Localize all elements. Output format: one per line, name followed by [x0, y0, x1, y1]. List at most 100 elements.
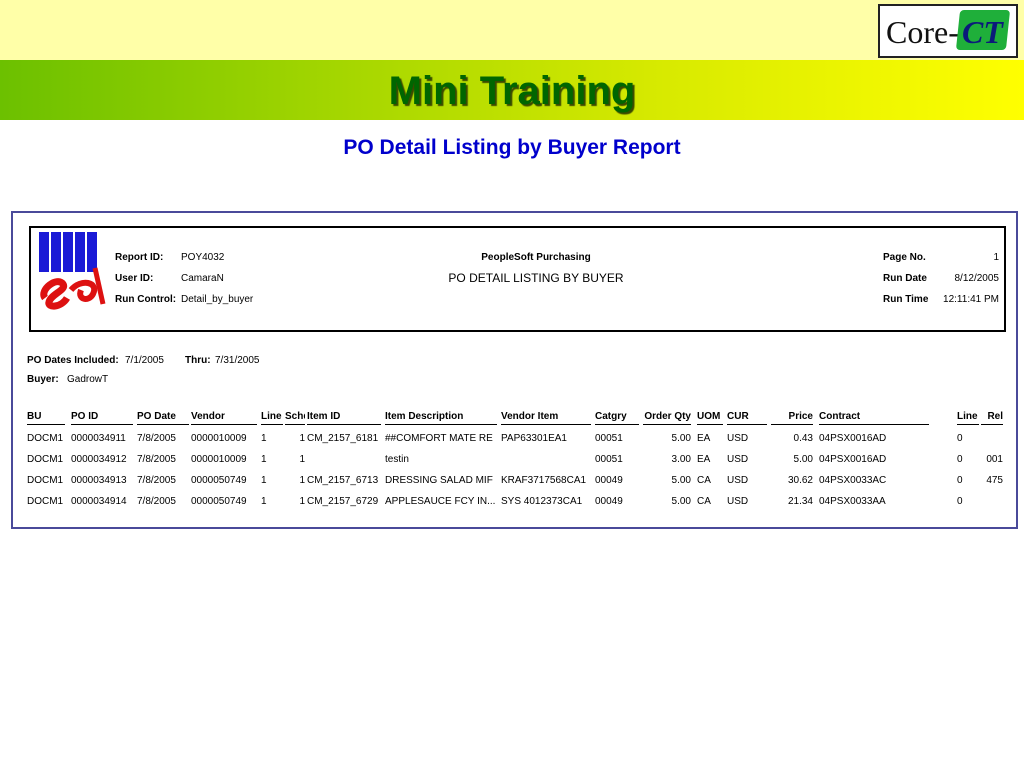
column-header: Vendor Item — [501, 411, 591, 425]
column-header: Order Qty — [643, 411, 691, 425]
table-cell: 0 — [957, 454, 963, 465]
table-cell: ##COMFORT MATE RE — [385, 433, 493, 444]
table-cell: 5.00 — [671, 475, 691, 486]
table-cell: 0000050749 — [191, 475, 247, 486]
report-id-label: Report ID: — [115, 252, 164, 263]
run-control-label: Run Control: — [115, 294, 177, 305]
column-header: Vendor — [191, 411, 257, 425]
table-cell: 7/8/2005 — [137, 496, 176, 507]
table-cell: 0000034913 — [71, 475, 127, 486]
table-cell: 475 — [986, 475, 1003, 486]
run-date-label: Run Date — [883, 273, 927, 284]
column-header: Line — [261, 411, 283, 425]
table-cell: 0.43 — [793, 433, 813, 444]
table-cell: CM_2157_6713 — [307, 475, 379, 486]
run-control-value: Detail_by_buyer — [181, 294, 254, 305]
column-header: Schd — [285, 411, 305, 425]
table-cell: 5.00 — [671, 496, 691, 507]
table-cell: EA — [697, 433, 711, 444]
table-cell: USD — [727, 454, 749, 465]
po-date-to: 7/31/2005 — [215, 355, 260, 366]
table-cell: EA — [697, 454, 711, 465]
table-cell: USD — [727, 433, 749, 444]
logo-accent: CT — [962, 14, 1003, 50]
run-date-value: 8/12/2005 — [954, 273, 1000, 284]
table-cell: 1 — [299, 433, 305, 444]
table-cell: CM_2157_6729 — [307, 496, 379, 507]
peoplesoft-logo — [39, 232, 106, 310]
table-cell: 5.00 — [793, 454, 813, 465]
table-cell: 00051 — [595, 433, 623, 444]
report-screenshot: Report ID: POY4032 User ID: CamaraN Run … — [11, 211, 1018, 529]
table-cell: DOCM1 — [27, 496, 64, 507]
column-header: PO Date — [137, 411, 189, 425]
table-cell: 1 — [261, 475, 267, 486]
table-cell: 04PSX0016AD — [819, 454, 887, 465]
core-ct-logo: Core- CT — [878, 4, 1018, 58]
table-cell: CA — [697, 496, 711, 507]
table-cell: 7/8/2005 — [137, 433, 176, 444]
report-title: PO DETAIL LISTING BY BUYER — [448, 271, 624, 285]
table-cell: 1 — [261, 496, 267, 507]
table-cell: 0000010009 — [191, 454, 247, 465]
table-cell: CM_2157_6181 — [307, 433, 379, 444]
table-cell: 30.62 — [787, 475, 813, 486]
table-cell: KRAF3717568CA1 — [501, 475, 587, 486]
column-header: UOM — [697, 411, 723, 425]
table-cell: 00049 — [595, 496, 623, 507]
table-cell: 1 — [299, 475, 305, 486]
report-id-value: POY4032 — [181, 252, 225, 263]
page-no-label: Page No. — [883, 252, 926, 263]
table-cell: 0 — [957, 433, 963, 444]
app-name: PeopleSoft Purchasing — [481, 252, 591, 263]
column-header: Rel — [981, 411, 1003, 425]
user-id-value: CamaraN — [181, 273, 224, 284]
table-cell: DOCM1 — [27, 433, 64, 444]
table-cell: 3.00 — [671, 454, 691, 465]
column-header: BU — [27, 411, 65, 425]
table-cell: 0000034912 — [71, 454, 127, 465]
table-cell: 04PSX0033AC — [819, 475, 887, 486]
table-cell: 0000010009 — [191, 433, 247, 444]
column-header: Price — [771, 411, 813, 425]
column-header: PO ID — [71, 411, 133, 425]
table-cell: 04PSX0016AD — [819, 433, 887, 444]
table-cell: CA — [697, 475, 711, 486]
table-cell: 0 — [957, 496, 963, 507]
table-cell: 1 — [261, 454, 267, 465]
column-header: Contract — [819, 411, 929, 425]
slide-title: Mini Training — [388, 69, 636, 113]
table-cell: 21.34 — [787, 496, 813, 507]
table-cell: 0000034914 — [71, 496, 127, 507]
po-date-from: 7/1/2005 — [125, 355, 164, 366]
thru-label: Thru: — [185, 355, 211, 366]
run-time-value: 12:11:41 PM — [943, 294, 999, 305]
column-header: CUR — [727, 411, 767, 425]
table-cell: 5.00 — [671, 433, 691, 444]
top-band — [0, 0, 1024, 60]
column-header: Item ID — [307, 411, 381, 425]
table-cell: 7/8/2005 — [137, 454, 176, 465]
table-cell: USD — [727, 496, 749, 507]
slide-subtitle: PO Detail Listing by Buyer Report — [343, 136, 681, 159]
table-cell: DRESSING SALAD MIF — [385, 475, 493, 486]
table-cell: 00049 — [595, 475, 623, 486]
table-cell: 1 — [299, 454, 305, 465]
column-header: Line — [957, 411, 979, 425]
table-cell: SYS 4012373CA1 — [501, 496, 583, 507]
table-cell: 04PSX0033AA — [819, 496, 886, 507]
run-time-label: Run Time — [883, 294, 929, 305]
table-cell: DOCM1 — [27, 475, 64, 486]
table-cell: 1 — [261, 433, 267, 444]
po-dates-label: PO Dates Included: — [27, 355, 119, 366]
table-cell: 1 — [299, 496, 305, 507]
table-cell: 7/8/2005 — [137, 475, 176, 486]
column-header: Catgry — [595, 411, 639, 425]
page-no-value: 1 — [993, 252, 999, 263]
buyer-label: Buyer: — [27, 374, 59, 385]
table-cell: 001 — [986, 454, 1003, 465]
table-cell: testin — [385, 454, 409, 465]
table-cell: 0 — [957, 475, 963, 486]
logo-prefix: Core- — [886, 14, 959, 50]
table-cell: 0000050749 — [191, 496, 247, 507]
